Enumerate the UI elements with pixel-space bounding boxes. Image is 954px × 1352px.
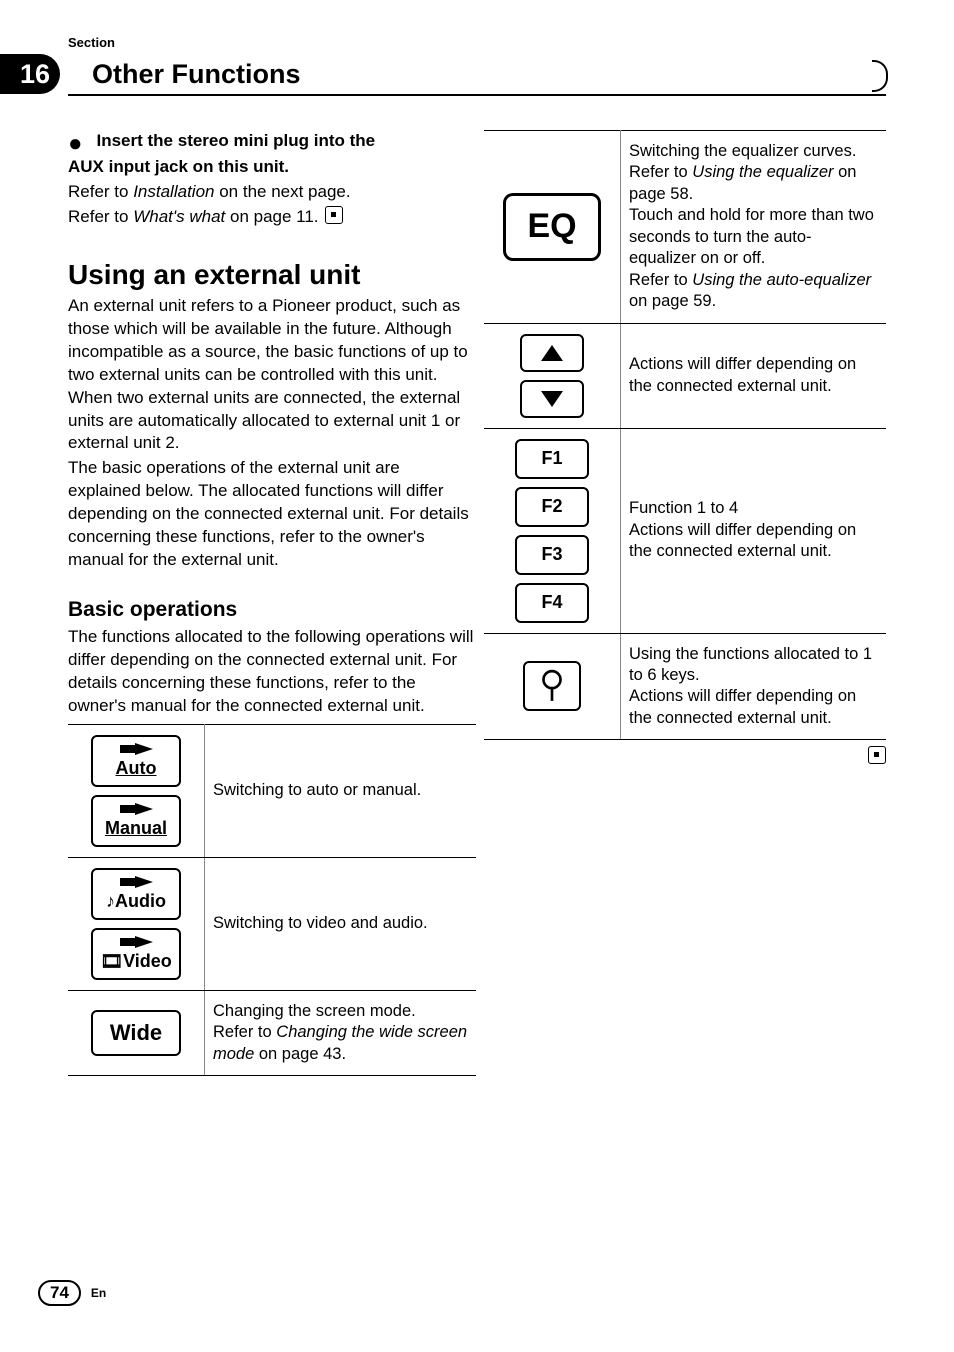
pin-d2: Actions will differ depending on the con… <box>629 687 856 726</box>
audio-label: ♪Audio <box>106 891 166 912</box>
pin-desc: Using the functions allocated to 1 to 6 … <box>621 633 887 740</box>
wide-button-icon: Wide <box>91 1010 181 1056</box>
video-label: 🎞Video <box>100 951 172 972</box>
step-bullet-icon: ● <box>68 132 83 156</box>
manual-button-icon: Manual <box>91 795 181 847</box>
eq-d4b: Using the auto-equalizer <box>692 271 871 289</box>
table-row: Using the functions allocated to 1 to 6 … <box>484 633 886 740</box>
right-functions-table: EQ Switching the equalizer curves. Refer… <box>484 130 886 740</box>
ref2-a: Refer to <box>68 207 133 226</box>
eq-d1: Switching the equalizer curves. <box>629 142 856 160</box>
auto-button-icon: Auto <box>91 735 181 787</box>
ref1-b: Installation <box>133 182 214 201</box>
chapter-title: Other Functions <box>92 59 301 90</box>
step-text-line2: AUX input jack on this unit. <box>68 156 476 179</box>
arrow-down-button-icon <box>520 380 584 418</box>
table-row: F1 F2 F3 F4 Function 1 to 4 Actions will… <box>484 428 886 633</box>
ref2-c: on page 11. <box>225 207 318 226</box>
fkeys-desc: Function 1 to 4 Actions will differ depe… <box>621 428 887 633</box>
paragraph-external-intro-1: An external unit refers to a Pioneer pro… <box>68 295 476 456</box>
f-d1: Function 1 to 4 <box>629 499 738 517</box>
ref-whats-what: Refer to What's what on page 11. <box>68 206 476 229</box>
pin-d1: Using the functions allocated to 1 to 6 … <box>629 645 872 684</box>
eq-d2b: Using the equalizer <box>692 163 833 181</box>
table-row: Actions will differ depending on the con… <box>484 323 886 428</box>
page-number-badge: 74 <box>38 1280 81 1306</box>
f2-button-icon: F2 <box>515 487 589 527</box>
eq-d2a: Refer to <box>629 163 692 181</box>
section-end-icon <box>868 746 886 764</box>
eq-d3: Touch and hold for more than two seconds… <box>629 206 874 267</box>
arrows-desc: Actions will differ depending on the con… <box>621 323 887 428</box>
auto-label: Auto <box>116 758 157 779</box>
audio-video-desc: Switching to video and audio. <box>205 857 477 990</box>
pin-button-icon <box>523 661 581 711</box>
video-button-icon: 🎞Video <box>91 928 181 980</box>
wide-desc-b: Refer to <box>213 1023 276 1041</box>
heading-using-external-unit: Using an external unit <box>68 259 476 291</box>
table-row: Wide Changing the screen mode. Refer to … <box>68 990 476 1075</box>
arrow-up-button-icon <box>520 334 584 372</box>
wide-desc: Changing the screen mode. Refer to Chang… <box>205 990 477 1075</box>
f-d2: Actions will differ depending on the con… <box>629 521 856 560</box>
ref1-a: Refer to <box>68 182 133 201</box>
table-row: ♪Audio 🎞Video Switching to video and aud… <box>68 857 476 990</box>
language-code: En <box>91 1286 106 1300</box>
paragraph-basic-ops: The functions allocated to the following… <box>68 626 476 718</box>
step-text-line1: Insert the stereo mini plug into the <box>97 130 376 153</box>
heading-basic-operations: Basic operations <box>68 598 476 622</box>
ref1-c: on the next page. <box>214 182 350 201</box>
eq-desc: Switching the equalizer curves. Refer to… <box>621 131 887 324</box>
wide-desc-d: on page 43. <box>254 1045 346 1063</box>
table-row: EQ Switching the equalizer curves. Refer… <box>484 131 886 324</box>
page-footer: 74 En <box>38 1280 106 1306</box>
eq-d4c: on page 59. <box>629 292 716 310</box>
eq-d4a: Refer to <box>629 271 692 289</box>
f4-button-icon: F4 <box>515 583 589 623</box>
ref-installation: Refer to Installation on the next page. <box>68 181 476 204</box>
left-functions-table: Auto Manual Switching to auto or manual. <box>68 724 476 1076</box>
auto-manual-desc: Switching to auto or manual. <box>205 724 477 857</box>
table-row: Auto Manual Switching to auto or manual. <box>68 724 476 857</box>
audio-button-icon: ♪Audio <box>91 868 181 920</box>
pin-icon <box>539 669 565 703</box>
section-label: Section <box>68 35 115 50</box>
chapter-number-badge: 16 <box>0 54 60 94</box>
manual-label: Manual <box>105 818 167 839</box>
f3-button-icon: F3 <box>515 535 589 575</box>
ref2-b: What's what <box>133 207 225 226</box>
f1-button-icon: F1 <box>515 439 589 479</box>
chapter-title-bar: Other Functions <box>68 54 886 96</box>
eq-button-icon: EQ <box>503 193 601 261</box>
paragraph-external-intro-2: The basic operations of the external uni… <box>68 457 476 572</box>
wide-desc-a: Changing the screen mode. <box>213 1002 416 1020</box>
section-end-icon <box>325 206 343 224</box>
